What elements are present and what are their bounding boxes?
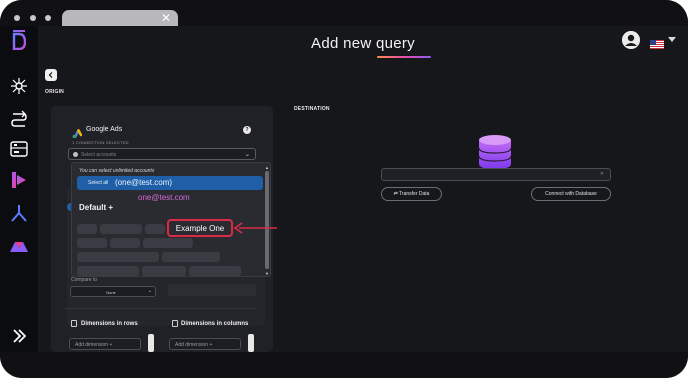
logo-d-icon[interactable]	[9, 30, 29, 50]
rows-scrollbar[interactable]	[148, 334, 154, 352]
option-pill[interactable]	[162, 252, 220, 262]
chevron-down-icon: ⌄	[244, 152, 250, 158]
select-all-option[interactable]: Select all (one@test.com)	[77, 176, 263, 190]
database-icon	[478, 135, 512, 169]
page-title: Add new query	[311, 35, 415, 52]
connect-database-button[interactable]: Connect with Database	[531, 187, 611, 201]
window-minimize-dot[interactable]	[30, 15, 36, 21]
window-close-dot[interactable]	[14, 15, 20, 21]
columns-icon	[172, 320, 178, 327]
option-pill[interactable]	[77, 252, 159, 262]
accounts-select-placeholder: Select accounts	[81, 152, 117, 158]
network-icon[interactable]	[9, 76, 29, 96]
account-option[interactable]: (one@test.com)	[115, 178, 172, 187]
option-pill[interactable]	[189, 266, 241, 276]
dashboard-icon[interactable]	[9, 139, 29, 159]
scroll-thumb[interactable]	[265, 171, 269, 269]
transfer-data-button[interactable]: ⇄ Transfer Data	[381, 187, 442, 201]
add-dimension-columns-label: Add dimension +	[175, 342, 213, 348]
compare-value: None	[106, 290, 116, 295]
compare-label: Compare to	[71, 277, 98, 283]
scroll-down-icon[interactable]: ▼	[265, 271, 269, 276]
transfer-icon[interactable]	[9, 108, 29, 128]
default-group[interactable]: Default +	[79, 203, 113, 212]
select-all-label[interactable]: Select all	[88, 180, 108, 186]
window-maximize-dot[interactable]	[45, 15, 51, 21]
connections-selected: 1 CONNECTION SELECTED	[72, 140, 129, 145]
option-pill[interactable]	[100, 224, 142, 234]
compare-select[interactable]: None ⌄	[70, 286, 156, 297]
option-pill[interactable]	[77, 266, 139, 276]
dropdown-scrollbar[interactable]: ▲ ▼	[265, 165, 269, 276]
columns-scrollbar[interactable]	[248, 334, 254, 352]
expand-icon[interactable]	[9, 326, 29, 346]
transfer-data-label: ⇄ Transfer Data	[393, 191, 430, 197]
destination-input[interactable]: ✕	[381, 168, 611, 181]
add-dimension-rows-label: Add dimension +	[75, 342, 113, 348]
account-email[interactable]: one@test.com	[138, 193, 190, 202]
select-dot-icon	[73, 152, 78, 157]
example-one-label: Example One	[175, 224, 225, 233]
user-avatar-icon[interactable]	[622, 31, 640, 49]
option-pill[interactable]	[77, 238, 107, 248]
rows-icon	[71, 320, 77, 327]
option-pill[interactable]	[143, 238, 193, 248]
option-pill[interactable]	[142, 266, 186, 276]
browser-window: ✕ Add new query ORIGIN DESTINATION Googl…	[0, 0, 688, 378]
title-underline	[377, 56, 431, 58]
chart-m-icon[interactable]	[9, 236, 29, 256]
accounts-select[interactable]: Select accounts ⌄	[68, 148, 256, 160]
annotation-arrow-icon	[233, 222, 277, 234]
clear-icon[interactable]: ✕	[600, 171, 604, 177]
merge-icon[interactable]	[9, 203, 29, 223]
back-button[interactable]	[45, 69, 57, 81]
help-icon[interactable]: ?	[243, 126, 251, 134]
origin-label: ORIGIN	[45, 89, 64, 95]
connect-database-label: Connect with Database	[545, 191, 597, 197]
sidebar	[0, 26, 38, 352]
report-icon[interactable]	[9, 170, 29, 190]
scroll-up-icon[interactable]: ▲	[265, 165, 269, 170]
compare-placeholder-block	[168, 284, 256, 296]
option-pill[interactable]	[145, 224, 165, 234]
dropdown-hint: You can select unlimited accounts	[79, 168, 155, 174]
panel-divider	[64, 308, 257, 309]
bottom-frame	[0, 352, 688, 378]
tab-close-icon[interactable]: ✕	[161, 11, 171, 25]
us-flag-icon[interactable]	[650, 36, 664, 49]
add-dimension-columns[interactable]: Add dimension +	[169, 338, 241, 350]
example-one-option[interactable]: Example One	[167, 219, 233, 237]
dimensions-columns-title: Dimensions in columns	[181, 321, 249, 327]
option-pill[interactable]	[77, 224, 97, 234]
option-pill[interactable]	[110, 238, 140, 248]
browser-titlebar: ✕	[0, 0, 688, 28]
compare-chevron-icon: ⌄	[147, 288, 152, 294]
dimensions-rows-title: Dimensions in rows	[81, 321, 138, 327]
connector-title: Google Ads	[86, 126, 123, 133]
destination-label: DESTINATION	[294, 106, 330, 112]
add-dimension-rows[interactable]: Add dimension +	[69, 338, 141, 350]
language-chevron-icon[interactable]	[668, 37, 676, 42]
